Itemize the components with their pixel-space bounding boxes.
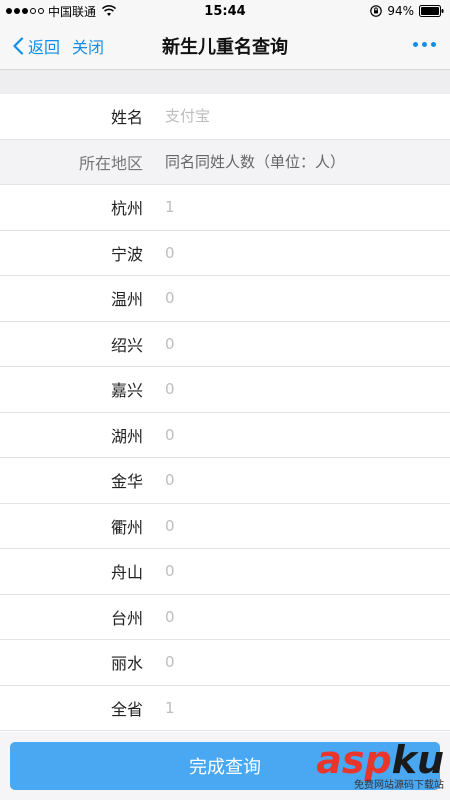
region-count: 0 [165, 380, 175, 399]
region-count: 0 [165, 516, 175, 535]
region-count: 0 [165, 471, 175, 490]
region-row: 金华 0 [0, 458, 450, 504]
bottom-bar: 完成查询 aspku 免费网站源码下载站 [0, 732, 450, 800]
more-options-icon[interactable] [413, 36, 436, 53]
name-label: 姓名 [110, 108, 143, 128]
complete-query-button[interactable]: 完成查询 [10, 742, 440, 790]
chevron-left-icon [13, 36, 24, 55]
region-count: 0 [165, 653, 175, 672]
region-row: 绍兴 0 [0, 321, 450, 367]
nav-bar: 返回 关闭 新生儿重名查询 [0, 22, 450, 70]
region-count: 0 [165, 289, 175, 308]
region-row: 丽水 0 [0, 640, 450, 686]
wifi-icon [102, 5, 117, 16]
query-form: 姓名 所在地区 同名同姓人数（单位：人） 杭州 1 宁波 0 温州 0 绍兴 0… [0, 94, 450, 731]
region-name: 衢州 [110, 517, 143, 537]
screen: 中国联通 15:44 94% 返回 关闭 新生儿重名查询 姓名 支付宝 所在地区… [0, 0, 450, 800]
region-count: 0 [165, 607, 175, 626]
close-button[interactable]: 关闭 [72, 34, 104, 58]
region-name: 嘉兴 [110, 381, 143, 401]
region-row: 舟山 0 [0, 549, 450, 595]
region-name: 宁波 [110, 244, 143, 264]
region-name: 温州 [110, 290, 143, 310]
region-row: 杭州 1 [0, 185, 450, 231]
region-name: 金华 [110, 472, 143, 492]
region-name: 杭州 [110, 199, 143, 219]
carrier-name: 中国联通 [48, 4, 97, 19]
region-count: 0 [165, 243, 175, 262]
region-row-total: 全省 1 [0, 685, 450, 731]
region-count: 1 [165, 198, 175, 217]
region-name: 台州 [110, 608, 143, 628]
region-row: 湖州 0 [0, 412, 450, 458]
status-right: 94% [370, 4, 450, 18]
status-left: 中国联通 [0, 3, 160, 20]
battery-percent: 94% [387, 4, 414, 18]
region-count: 1 [165, 698, 175, 717]
page-title: 新生儿重名查询 [162, 36, 288, 58]
count-column-header: 同名同姓人数（单位：人） [165, 153, 346, 172]
region-row: 嘉兴 0 [0, 367, 450, 413]
status-bar: 中国联通 15:44 94% [0, 0, 450, 22]
region-row: 温州 0 [0, 276, 450, 322]
region-count: 0 [165, 334, 175, 353]
battery-icon [419, 5, 444, 17]
region-name: 全省 [110, 699, 143, 719]
region-count: 0 [165, 425, 175, 444]
region-name: 舟山 [110, 563, 143, 583]
signal-strength-icon [6, 8, 44, 14]
back-button[interactable]: 返回 [0, 34, 60, 58]
back-label: 返回 [28, 37, 61, 57]
rotation-lock-icon [370, 5, 383, 17]
region-name: 丽水 [110, 654, 143, 674]
region-row: 衢州 0 [0, 503, 450, 549]
region-name: 湖州 [110, 426, 143, 446]
region-row: 台州 0 [0, 594, 450, 640]
table-header-row: 所在地区 同名同姓人数（单位：人） [0, 139, 450, 185]
region-column-header: 所在地区 [78, 153, 143, 173]
section-spacer [0, 70, 450, 94]
name-row: 姓名 [0, 94, 450, 140]
region-row: 宁波 0 [0, 230, 450, 276]
region-name: 绍兴 [110, 335, 143, 355]
region-count: 0 [165, 562, 175, 581]
name-input[interactable] [165, 107, 425, 126]
